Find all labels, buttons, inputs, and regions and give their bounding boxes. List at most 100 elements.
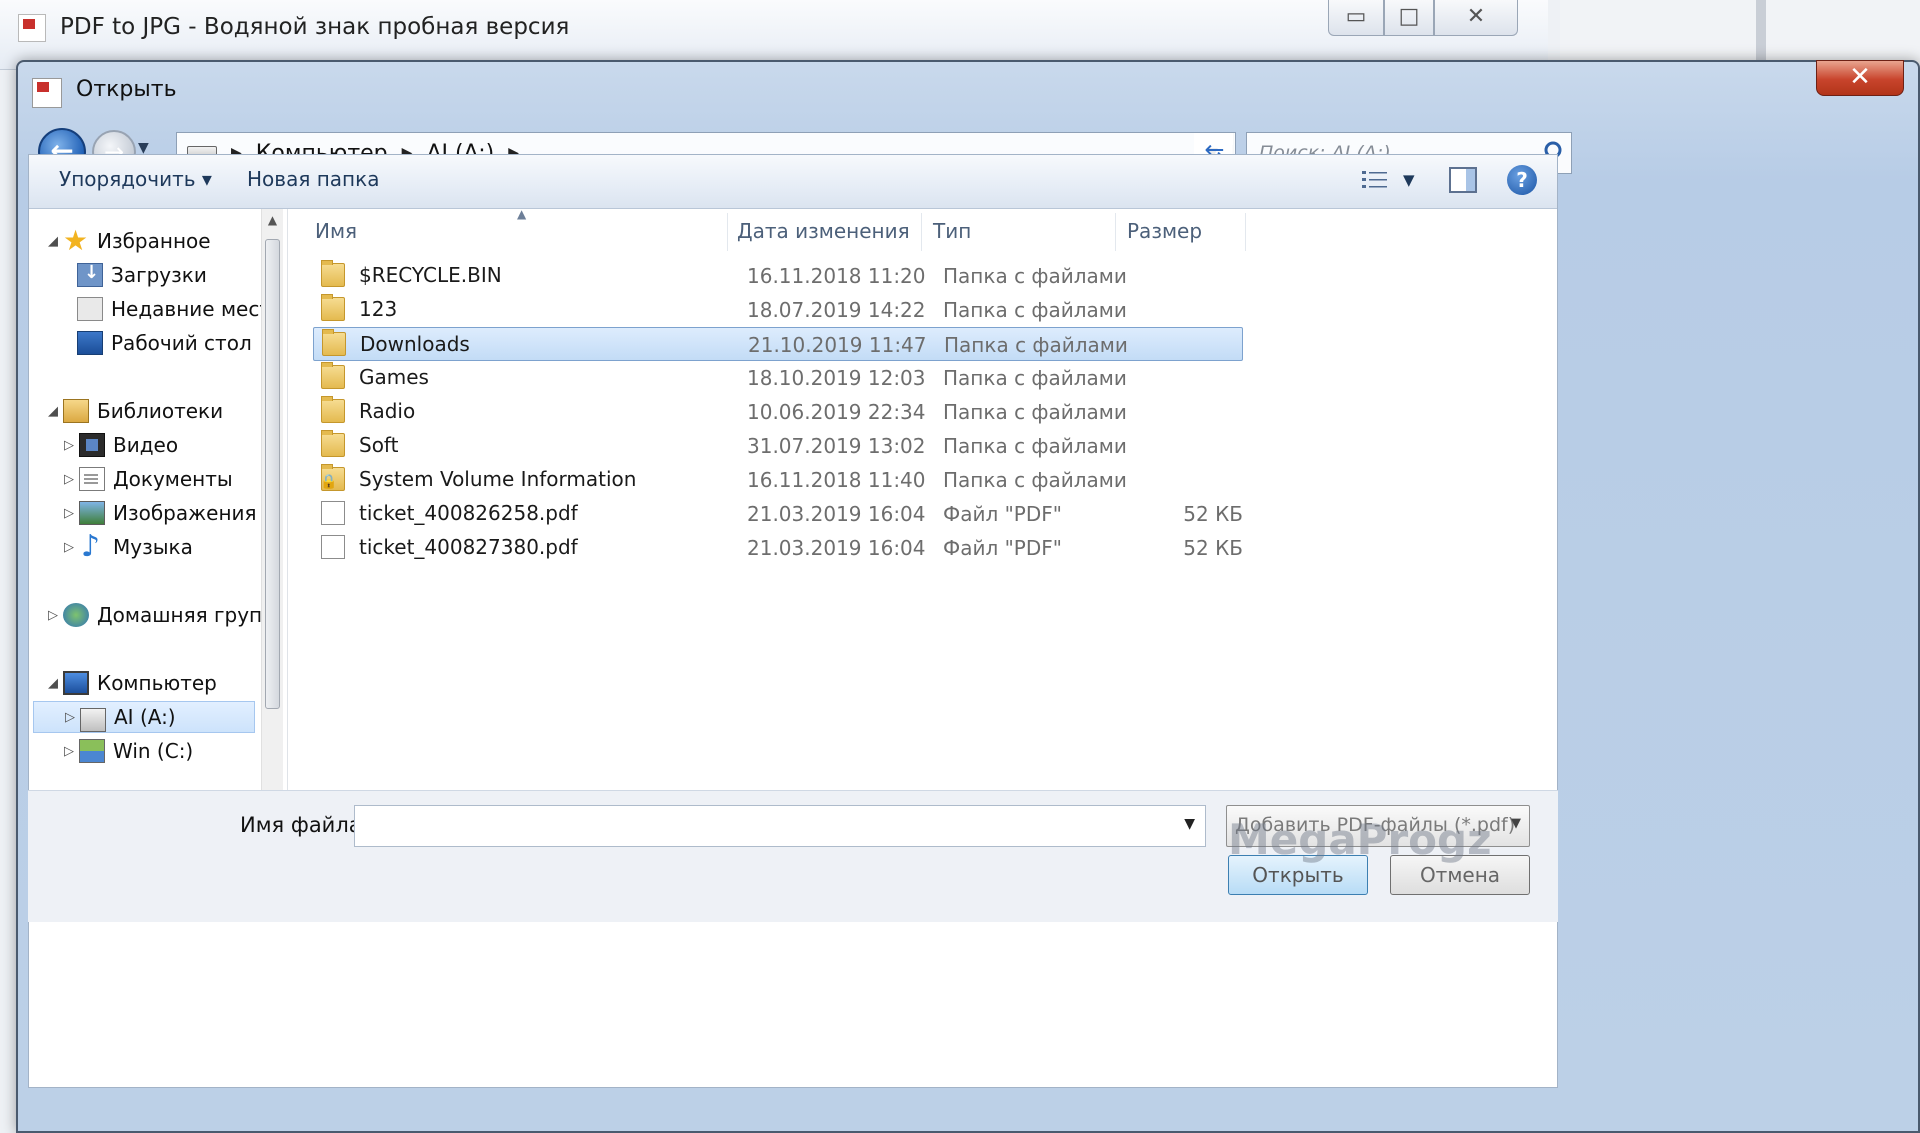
column-name[interactable]: Имя: [315, 219, 357, 243]
preview-pane-icon[interactable]: [1449, 167, 1477, 193]
nav-drive-c[interactable]: ▷ Win (C:): [59, 735, 193, 767]
view-dropdown-icon[interactable]: ▼: [1403, 171, 1415, 189]
nav-label: Библиотеки: [97, 399, 224, 423]
pdf-file-icon: [321, 535, 345, 559]
nav-label: AI (A:): [114, 705, 176, 729]
folder-icon: [322, 329, 346, 356]
file-type: Папка с файлами: [943, 264, 1127, 288]
file-type: Папка с файлами: [943, 298, 1127, 322]
close-button[interactable]: ✕: [1434, 0, 1518, 36]
collapse-icon[interactable]: ◢: [43, 676, 63, 691]
organize-button[interactable]: Упорядочить ▾: [59, 167, 212, 191]
file-row[interactable]: ticket_400827380.pdf 21.03.2019 16:04 Фа…: [313, 531, 1243, 565]
nav-label: Музыка: [113, 535, 193, 559]
collapse-icon[interactable]: ◢: [43, 404, 63, 419]
expand-icon[interactable]: ▷: [43, 608, 63, 623]
windows-drive-icon: [79, 739, 105, 763]
view-options-icon[interactable]: [1361, 169, 1389, 191]
pdf-file-icon: [321, 501, 345, 525]
nav-label: Win (C:): [113, 739, 194, 763]
dialog-close-button[interactable]: ✕: [1816, 60, 1904, 96]
file-date: 31.07.2019 13:02: [747, 434, 926, 458]
file-date: 16.11.2018 11:40: [747, 468, 926, 492]
nav-homegroup[interactable]: ▷ Домашняя группа: [43, 599, 279, 631]
nav-label: Видео: [113, 433, 179, 457]
column-size[interactable]: Размер: [1127, 219, 1202, 243]
nav-images[interactable]: ▷ Изображения: [59, 497, 257, 529]
file-row[interactable]: $RECYCLE.BIN 16.11.2018 11:20 Папка с фа…: [313, 259, 1243, 293]
expand-icon[interactable]: ▷: [59, 438, 79, 453]
file-type: Файл "PDF": [943, 502, 1062, 526]
nav-music[interactable]: ▷ Музыка: [59, 529, 193, 564]
file-row[interactable]: 123 18.07.2019 14:22 Папка с файлами: [313, 293, 1243, 327]
command-bar: Упорядочить ▾ Новая папка ▼ ?: [29, 155, 1557, 209]
scrollbar-thumb[interactable]: [265, 239, 280, 709]
help-icon[interactable]: ?: [1507, 165, 1537, 195]
file-type-dropdown-icon[interactable]: ▼: [1511, 816, 1521, 831]
new-folder-button[interactable]: Новая папка: [247, 167, 379, 191]
file-row[interactable]: Games 18.10.2019 12:03 Папка с файлами: [313, 361, 1243, 395]
file-row[interactable]: System Volume Information 16.11.2018 11:…: [313, 463, 1243, 497]
dialog-content: Упорядочить ▾ Новая папка ▼ ? ◢ Избранно…: [28, 154, 1558, 1088]
maximize-button[interactable]: □: [1384, 0, 1434, 36]
nav-computer[interactable]: ◢ Компьютер: [43, 667, 217, 699]
nav-favorites[interactable]: ◢ Избранное: [43, 224, 211, 257]
file-name: 123: [359, 297, 398, 321]
expand-icon[interactable]: ▷: [59, 540, 79, 555]
folder-icon: [321, 430, 345, 457]
file-name: ticket_400827380.pdf: [359, 535, 578, 559]
expand-icon[interactable]: ▷: [59, 472, 79, 487]
column-divider[interactable]: [727, 213, 728, 251]
expand-icon[interactable]: ▷: [60, 710, 80, 725]
nav-downloads[interactable]: Загрузки: [77, 259, 207, 291]
file-name-input[interactable]: [355, 806, 1165, 846]
column-divider[interactable]: [1245, 213, 1246, 251]
desktop-icon: [77, 331, 103, 355]
nav-documents[interactable]: ▷ Документы: [59, 463, 233, 495]
file-row-selected[interactable]: Downloads 21.10.2019 11:47 Папка с файла…: [313, 327, 1243, 361]
star-icon: [63, 224, 89, 257]
homegroup-icon: [63, 603, 89, 627]
nav-label: Рабочий стол: [111, 331, 252, 355]
navigation-pane: ◢ Избранное Загрузки Недавние места Рабо…: [29, 209, 279, 849]
scroll-up-icon[interactable]: ▲: [262, 213, 283, 227]
file-name: $RECYCLE.BIN: [359, 263, 502, 287]
nav-recent-places[interactable]: Недавние места: [77, 293, 279, 325]
file-size: 52 КБ: [1183, 502, 1243, 526]
downloads-icon: [77, 262, 103, 287]
file-name-dropdown-icon[interactable]: ▼: [1184, 816, 1195, 832]
nav-label: Компьютер: [97, 671, 217, 695]
nav-video[interactable]: ▷ Видео: [59, 429, 178, 461]
file-size: 52 КБ: [1183, 536, 1243, 560]
background-window-controls: ▭ □ ✕: [1328, 0, 1518, 38]
file-type: Папка с файлами: [944, 333, 1128, 357]
file-name: Games: [359, 365, 429, 389]
file-date: 21.10.2019 11:47: [748, 333, 927, 357]
column-divider[interactable]: [1115, 213, 1116, 251]
nav-desktop[interactable]: Рабочий стол: [77, 327, 252, 359]
megaprogz-watermark: MegaProgz: [1228, 815, 1492, 864]
nav-label: Документы: [113, 467, 233, 491]
file-row[interactable]: Radio 10.06.2019 22:34 Папка с файлами: [313, 395, 1243, 429]
file-row[interactable]: Soft 31.07.2019 13:02 Папка с файлами: [313, 429, 1243, 463]
folder-icon: [321, 396, 345, 423]
minimize-button[interactable]: ▭: [1328, 0, 1384, 36]
folder-icon: [321, 260, 345, 287]
collapse-icon[interactable]: ◢: [43, 234, 63, 249]
file-name: Soft: [359, 433, 399, 457]
computer-icon: [63, 671, 89, 695]
nav-libraries[interactable]: ◢ Библиотеки: [43, 395, 223, 427]
column-type[interactable]: Тип: [933, 219, 971, 243]
nav-label: Избранное: [97, 229, 211, 253]
navigation-scrollbar[interactable]: ▲ ▼: [261, 209, 283, 849]
column-date[interactable]: Дата изменения: [737, 219, 910, 243]
column-divider[interactable]: [921, 213, 922, 251]
expand-icon[interactable]: ▷: [59, 506, 79, 521]
nav-drive-a[interactable]: ▷ AI (A:): [33, 701, 255, 733]
pane-splitter[interactable]: [287, 209, 288, 849]
documents-icon: [79, 467, 105, 491]
file-date: 21.03.2019 16:04: [747, 536, 926, 560]
file-name: Radio: [359, 399, 416, 423]
file-row[interactable]: ticket_400826258.pdf 21.03.2019 16:04 Фа…: [313, 497, 1243, 531]
expand-icon[interactable]: ▷: [59, 744, 79, 759]
